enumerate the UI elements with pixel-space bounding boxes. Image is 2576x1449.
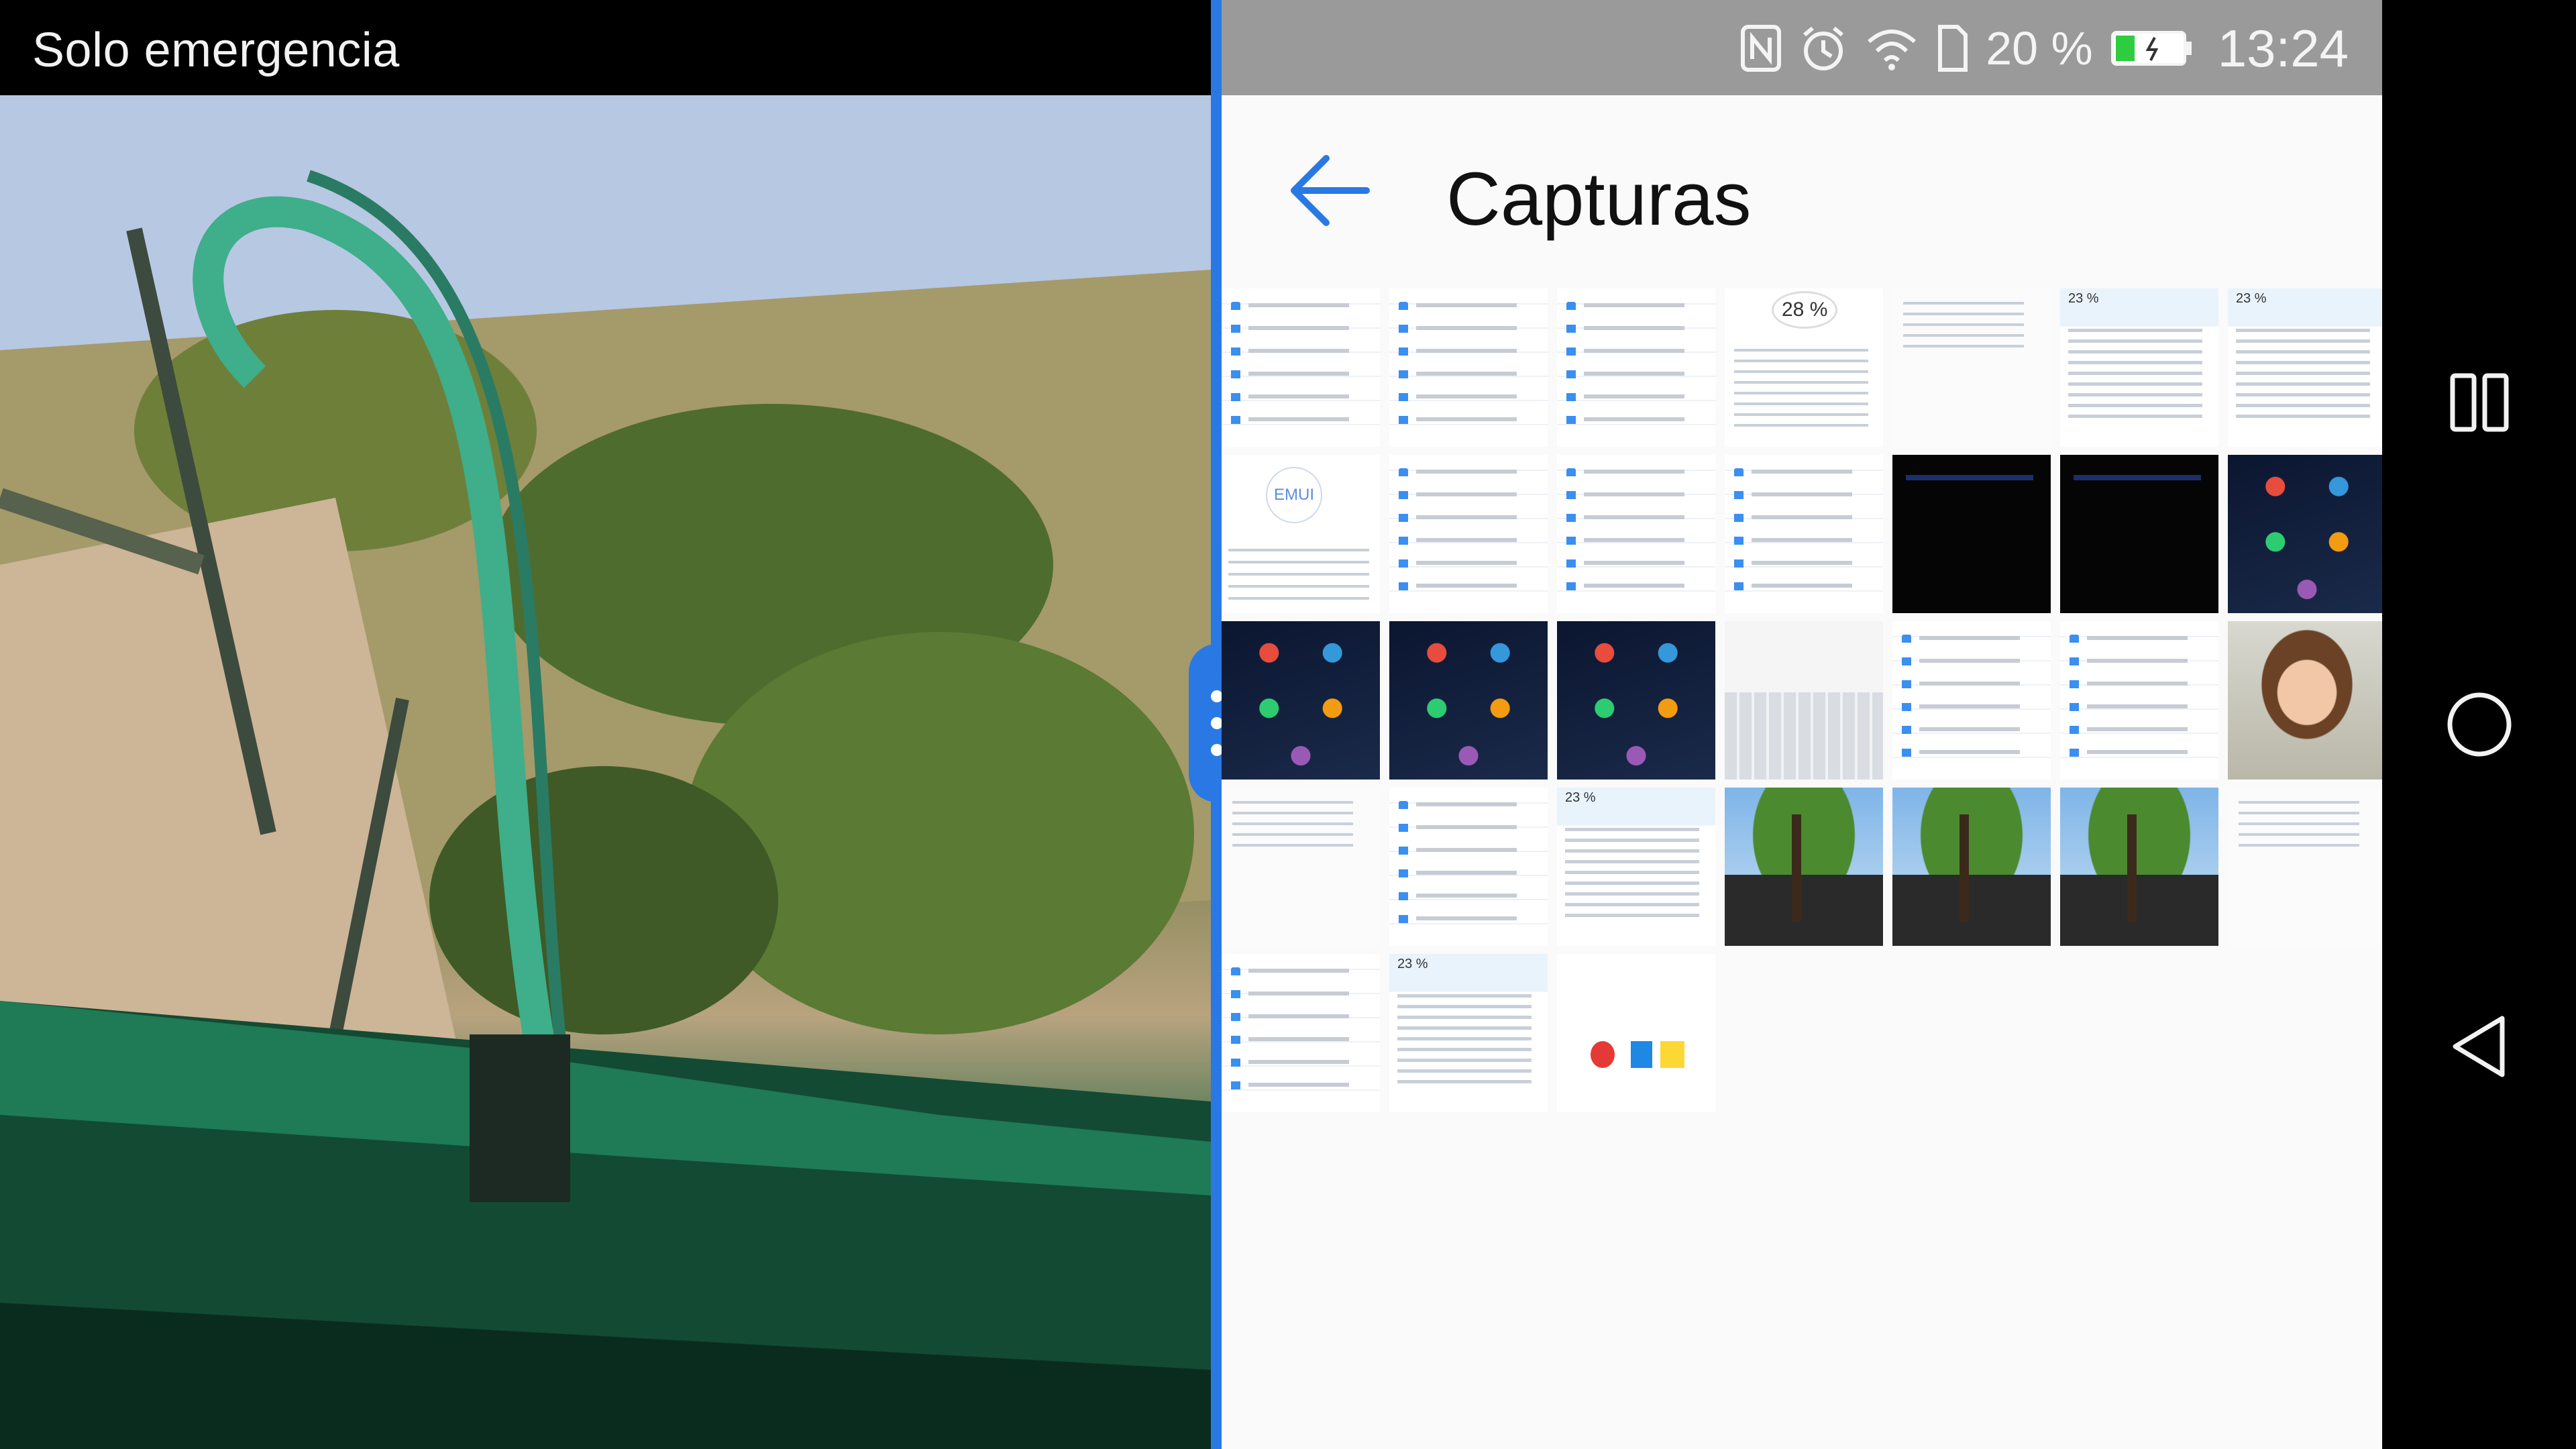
right-status-bar: 20 % 13:24 — [1222, 0, 2382, 95]
sim-icon — [1936, 24, 1968, 72]
back-nav-button[interactable] — [2446, 1013, 2513, 1080]
screenshot-thumbnail[interactable] — [1892, 621, 2051, 780]
app-bar: Capturas — [1222, 95, 2382, 286]
screenshot-thumbnail[interactable] — [1557, 288, 1715, 447]
screenshot-thumbnail[interactable] — [1725, 788, 1883, 946]
screenshot-thumbnail[interactable] — [1557, 954, 1715, 1112]
gallery-app: 20 % 13:24 Capturas — [1222, 0, 2386, 1449]
screenshot-thumbnail[interactable] — [1222, 954, 1380, 1112]
wifi-icon — [1865, 24, 1919, 72]
screenshot-thumbnail[interactable] — [1389, 288, 1548, 447]
screenshot-thumbnail[interactable] — [1222, 455, 1380, 613]
screenshot-thumbnail[interactable] — [1389, 621, 1548, 780]
screenshot-thumbnail[interactable] — [2060, 621, 2218, 780]
video-player[interactable] — [0, 95, 1211, 1449]
screenshot-thumbnail[interactable] — [1389, 455, 1548, 613]
screenshot-thumbnail[interactable] — [1389, 954, 1548, 1112]
home-icon — [2447, 692, 2512, 757]
battery-percent: 20 % — [1986, 22, 2093, 74]
screenshot-thumbnail[interactable] — [1892, 455, 2051, 613]
recents-button[interactable] — [2446, 369, 2513, 436]
system-nav-bar — [2382, 0, 2576, 1449]
back-triangle-icon — [2453, 1016, 2505, 1077]
nfc-icon — [1740, 24, 1782, 72]
screenshot-thumbnail[interactable] — [1389, 788, 1548, 946]
carrier-label: Solo emergencia — [32, 23, 400, 77]
back-arrow-icon — [1291, 155, 1370, 226]
screenshot-thumbnail[interactable] — [1222, 621, 1380, 780]
screenshot-thumbnail[interactable] — [1892, 288, 2051, 447]
left-status-bar: Solo emergencia — [0, 0, 1211, 95]
screenshot-thumbnail[interactable] — [1557, 455, 1715, 613]
status-icons: 20 % 13:24 — [1740, 16, 2349, 80]
clock: 13:24 — [2217, 18, 2349, 78]
screenshot-thumbnail[interactable] — [1725, 288, 1883, 447]
screenshot-thumbnail[interactable] — [1725, 621, 1883, 780]
recents-icon — [2450, 373, 2509, 432]
screenshot-thumbnail[interactable] — [1725, 455, 1883, 613]
battery-icon — [2110, 24, 2194, 72]
alarm-icon — [1799, 24, 1847, 72]
screenshot-thumbnail[interactable] — [1557, 788, 1715, 946]
screen-title: Capturas — [1446, 157, 1752, 241]
screenshot-thumbnail[interactable] — [1892, 788, 2051, 946]
screenshot-thumbnail[interactable] — [2228, 288, 2386, 447]
screenshot-thumbnail[interactable] — [2228, 788, 2386, 946]
screenshot-thumbnail[interactable] — [2228, 621, 2386, 780]
screenshot-thumbnail[interactable] — [1222, 288, 1380, 447]
home-button[interactable] — [2446, 691, 2513, 758]
screenshot-grid — [1222, 288, 2386, 1112]
video-frame — [0, 95, 1211, 1449]
screenshot-thumbnail[interactable] — [1557, 621, 1715, 780]
screenshot-thumbnail[interactable] — [1222, 788, 1380, 946]
screenshot-thumbnail[interactable] — [2060, 288, 2218, 447]
back-button[interactable] — [1286, 152, 1372, 229]
screenshot-thumbnail[interactable] — [2228, 455, 2386, 613]
screenshot-thumbnail[interactable] — [2060, 788, 2218, 946]
screenshot-thumbnail[interactable] — [2060, 455, 2218, 613]
